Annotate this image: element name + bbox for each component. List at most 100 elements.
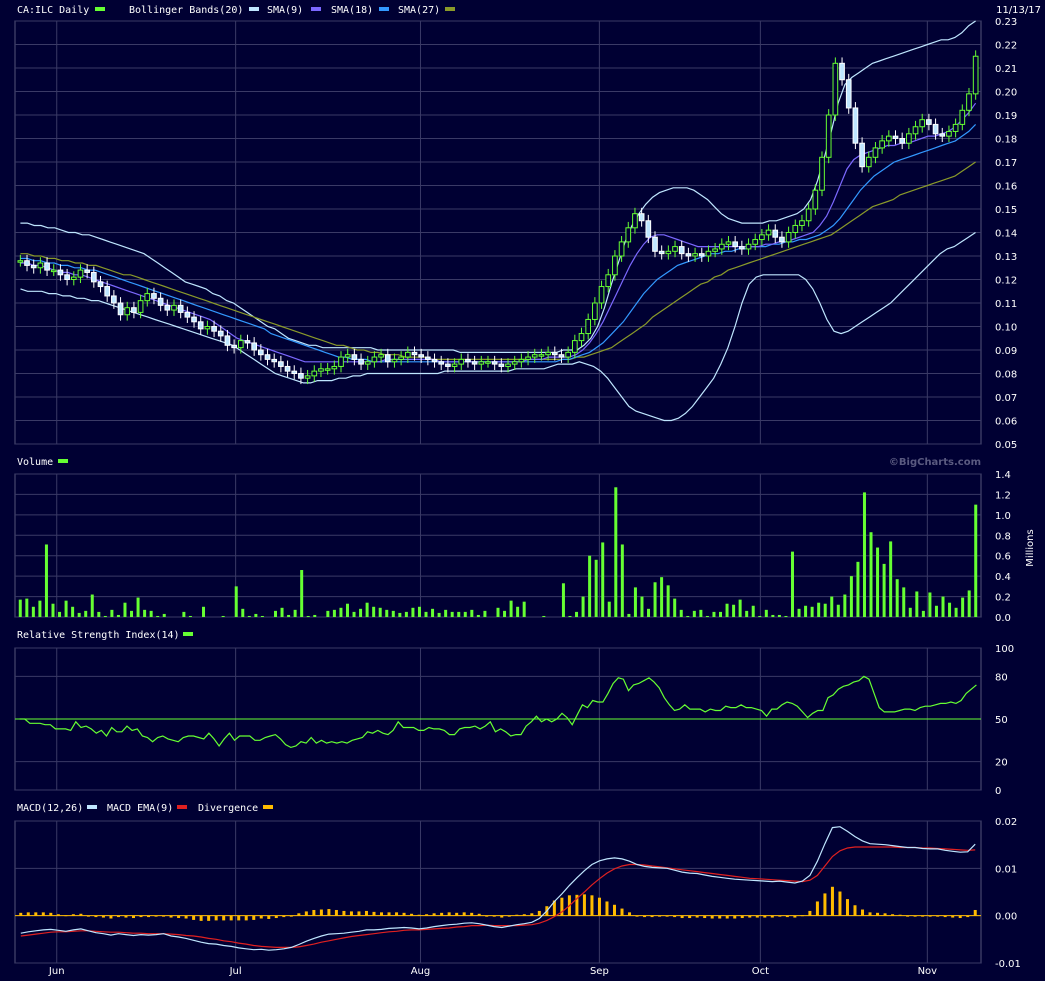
volume-bar	[575, 611, 579, 617]
divergence-bar	[673, 915, 677, 918]
candle-body	[531, 354, 538, 358]
volume-bar	[784, 615, 788, 617]
divergence-bar	[936, 915, 940, 917]
candle-body	[264, 354, 271, 360]
volume-bar	[862, 492, 866, 617]
volume-bar	[967, 590, 971, 617]
y-tick-label: 1.0	[995, 511, 1011, 522]
volume-bar	[58, 611, 62, 617]
divergence-swatch	[263, 805, 273, 809]
volume-bar	[84, 610, 88, 617]
candle-body	[692, 253, 698, 257]
divergence-bar	[477, 913, 481, 916]
divergence-bar	[124, 915, 128, 918]
candle-body	[525, 356, 531, 360]
volume-bar	[385, 609, 389, 617]
volume-bar	[123, 602, 127, 617]
candle-body	[144, 293, 151, 302]
divergence-bar	[109, 915, 113, 919]
candle-body	[458, 358, 465, 365]
volume-bar	[771, 614, 775, 617]
volume-bar	[607, 601, 611, 617]
candle-body	[571, 340, 578, 353]
divergence-bar	[131, 915, 135, 919]
y-tick-label: 0.16	[995, 182, 1017, 193]
volume-bar	[202, 606, 206, 617]
volume-bar	[241, 608, 245, 617]
candle-body	[632, 213, 638, 229]
divergence-bar	[417, 914, 421, 916]
y-tick-label: 0.11	[995, 299, 1017, 310]
x-tick-label: Sep	[590, 966, 609, 977]
divergence-bar	[830, 886, 834, 916]
candle-body	[972, 55, 979, 95]
divergence-bar	[605, 901, 609, 916]
volume-bar	[64, 600, 68, 617]
divergence-bar	[56, 914, 60, 916]
volume-bar	[666, 585, 670, 617]
volume-bar	[437, 612, 441, 617]
candle-body	[311, 370, 318, 377]
volume-bar	[287, 614, 291, 617]
candle-body	[398, 356, 404, 360]
divergence-bar	[958, 915, 962, 919]
x-tick-label: Oct	[752, 966, 769, 977]
divergence-bar	[643, 915, 647, 918]
divergence-bar	[199, 915, 203, 921]
volume-bar	[44, 544, 48, 617]
divergence-bar	[921, 915, 925, 917]
volume-bar	[352, 611, 356, 617]
candle-body	[665, 250, 672, 255]
divergence-bar	[34, 912, 38, 916]
volume-bar	[764, 609, 768, 617]
candle-body	[819, 156, 825, 191]
y-tick-label: 0.19	[995, 111, 1017, 122]
divergence-bar	[349, 911, 353, 916]
candle-body	[578, 333, 585, 342]
volume-bar	[679, 609, 683, 617]
volume-bar	[581, 596, 585, 617]
volume-bar	[712, 611, 716, 617]
divergence-bar	[432, 913, 436, 916]
volume-bar	[444, 609, 448, 617]
y-tick-label: 0.09	[995, 346, 1017, 357]
divergence-bar	[162, 915, 166, 917]
volume-bar	[699, 609, 703, 617]
candle-body	[117, 302, 124, 316]
candle-body	[124, 307, 131, 316]
candle-body	[558, 354, 565, 358]
divergence-bar	[785, 915, 789, 918]
volume-bar	[90, 594, 94, 617]
candle-body	[952, 123, 959, 132]
volume-bar	[934, 605, 938, 617]
divergence-bar	[289, 915, 293, 917]
volume-bar	[332, 609, 336, 617]
y-tick-label: 0.06	[995, 417, 1017, 428]
divergence-bar	[740, 915, 744, 919]
candle-body	[90, 271, 97, 283]
x-tick-label: Aug	[411, 966, 431, 977]
candle-body	[97, 281, 104, 288]
volume-bar	[273, 610, 277, 617]
volume-bar	[339, 607, 343, 617]
divergence-bar	[334, 909, 338, 916]
volume-bar	[614, 487, 618, 617]
volume-bar	[221, 615, 225, 617]
divergence-bar	[537, 910, 541, 916]
divergence-bar	[808, 910, 812, 916]
divergence-bar	[763, 915, 767, 918]
candle-body	[438, 361, 445, 365]
divergence-bar	[906, 915, 910, 917]
divergence-bar	[267, 915, 271, 919]
y-tick-label: 0.20	[995, 88, 1017, 99]
candle-body	[772, 229, 779, 238]
volume-bar	[313, 614, 317, 617]
candle-body	[518, 358, 525, 363]
divergence-bar	[748, 915, 752, 918]
volume-bar	[889, 541, 893, 617]
divergence-bar	[635, 915, 639, 917]
candle-body	[919, 119, 926, 128]
candle-body	[64, 274, 70, 280]
candle-body	[371, 356, 378, 363]
volume-label: Volume	[17, 457, 53, 468]
